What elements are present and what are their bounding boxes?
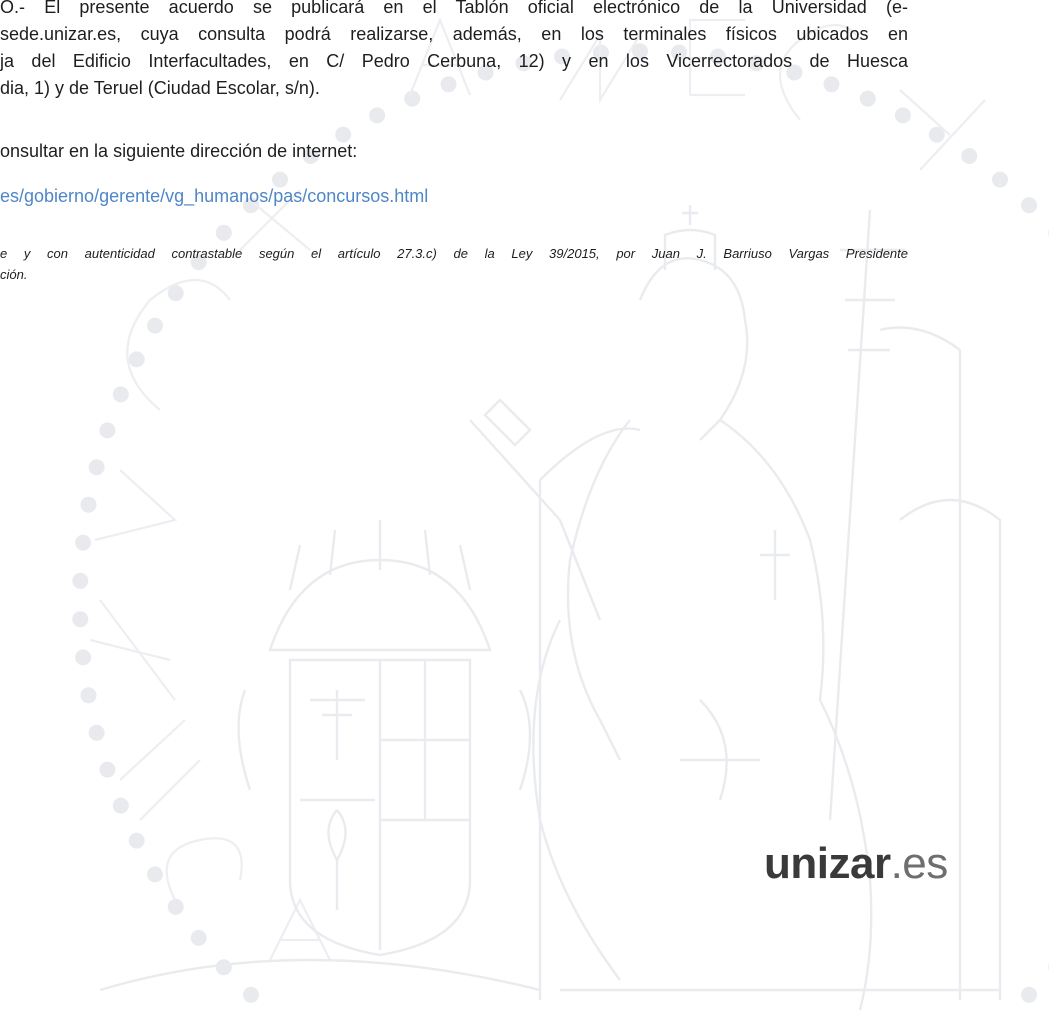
paragraph-line: ja del Edificio Interfacultades, en C/ P… [0,51,908,71]
paragraph-line: sede.unizar.es, cuya consulta podrá real… [0,24,908,44]
logo-main-text: unizar [764,839,891,888]
signature-line: e y con autenticidad contrastable según … [0,246,908,261]
document-page: O.- El presente acuerdo se publicará en … [0,0,1049,1012]
unizar-logo: unizar.es [764,839,948,889]
logo-tld-text: .es [890,839,949,888]
concursos-link[interactable]: es/gobierno/gerente/vg_humanos/pas/concu… [0,183,908,210]
signature-note: e y con autenticidad contrastable según … [0,243,908,285]
paragraph-line: O.- El presente acuerdo se publicará en … [0,0,908,17]
link-text[interactable]: es/gobierno/gerente/vg_humanos/pas/concu… [0,183,908,210]
paragraph-line: dia, 1) y de Teruel (Ciudad Escolar, s/n… [0,78,320,98]
consult-paragraph: onsultar en la siguiente dirección de in… [0,138,908,165]
publication-paragraph: O.- El presente acuerdo se publicará en … [0,0,908,102]
signature-line: ción. [0,267,28,282]
paragraph-line: onsultar en la siguiente dirección de in… [0,141,358,161]
